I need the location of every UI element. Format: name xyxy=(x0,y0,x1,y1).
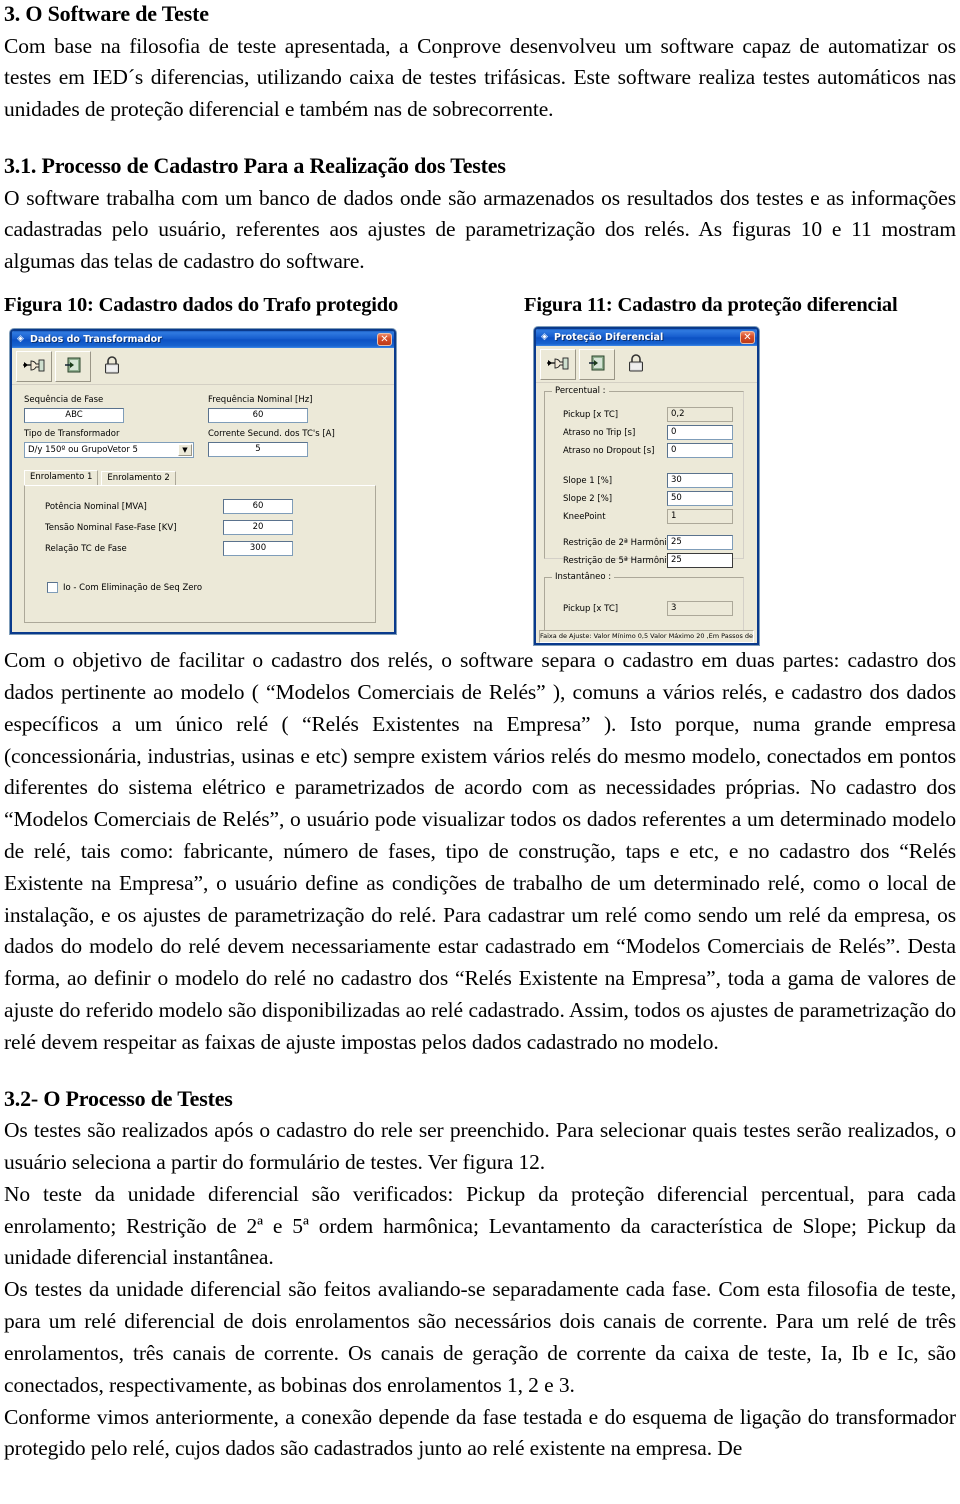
label-atraso-dropout: Atraso no Dropout [s] xyxy=(563,446,655,457)
input-slope-1[interactable]: 30 xyxy=(667,473,733,489)
dialog-title: Dados do Transformador xyxy=(30,334,162,346)
paragraph-3-2-d: Conforme vimos anteriormente, a conexão … xyxy=(4,1404,956,1461)
label-sequencia-de-fase: Sequência de Fase xyxy=(24,395,104,406)
label-tipo-de-transformador: Tipo de Transformador xyxy=(24,429,120,440)
group-title-instantaneo: Instantâneo : xyxy=(552,572,615,583)
tab-page-enrolamento-1: Potência Nominal [MVA] 60 Tensão Nominal… xyxy=(24,485,376,624)
figure-11-caption: Figura 11: Cadastro da proteção diferenc… xyxy=(524,294,898,317)
label-slope-2: Slope 2 [%] xyxy=(563,494,613,505)
tab-enrolamento-2[interactable]: Enrolamento 2 xyxy=(101,471,176,486)
app-icon: ◈ xyxy=(541,332,548,343)
door-exit-icon xyxy=(63,356,83,378)
figures-area: ◈ Dados do Transformador ✕ Sequência de … xyxy=(4,327,956,646)
paragraph-3-2-b: No teste da unidade diferencial são veri… xyxy=(4,1181,956,1270)
heading-section-3-1: 3.1. Processo de Cadastro Para a Realiza… xyxy=(4,153,506,179)
close-icon[interactable]: ✕ xyxy=(740,331,755,345)
input-atraso-trip[interactable]: 0 xyxy=(667,425,733,441)
figure-10-caption: Figura 10: Cadastro dados do Trafo prote… xyxy=(4,294,399,317)
label-slope-1: Slope 1 [%] xyxy=(563,476,613,487)
tab-enrolamento-1[interactable]: Enrolamento 1 xyxy=(24,470,99,486)
titlebar-dados-transformador[interactable]: ◈ Dados do Transformador ✕ xyxy=(12,331,394,349)
lock-button[interactable] xyxy=(618,349,654,381)
paragraph-3-2-a: Os testes são realizados após o cadastro… xyxy=(4,1118,956,1175)
dialog-title: Proteção Diferencial xyxy=(554,332,664,344)
input-instantaneo-pickup[interactable]: 3 xyxy=(667,601,733,617)
input-sequencia-de-fase[interactable]: ABC xyxy=(24,408,124,424)
pointing-hand-icon xyxy=(22,356,46,378)
statusbar-faixa-de-ajuste: Faixa de Ajuste: Valor Mínimo 0,5 Valor … xyxy=(539,630,754,644)
input-restricao-2a-harmonica[interactable]: 25 xyxy=(667,535,733,551)
label-corrente-secundaria-tcs: Corrente Secund. dos TC's [A] xyxy=(208,429,335,440)
heading-section-3: 3. O Software de Teste xyxy=(4,1,209,26)
door-exit-icon xyxy=(587,354,607,376)
paragraph-section-3-1: O software trabalha com um banco de dado… xyxy=(4,185,956,274)
label-tensao-nominal: Tensão Nominal Fase-Fase [KV] xyxy=(45,523,177,534)
input-restricao-5a-harmonica[interactable]: 25 xyxy=(667,553,733,569)
select-button[interactable] xyxy=(16,351,52,383)
input-kneepoint[interactable]: 1 xyxy=(667,509,733,525)
dialog-protecao-diferencial[interactable]: ◈ Proteção Diferencial ✕ Percentual: Pi… xyxy=(534,327,759,646)
input-slope-2[interactable]: 50 xyxy=(667,491,733,507)
group-title-percentual: Percentual : xyxy=(552,386,609,397)
document-page: 3. O Software de Teste Com base na filos… xyxy=(0,0,960,1504)
input-relacao-tc-de-fase[interactable]: 300 xyxy=(223,541,293,557)
label-kneepoint: KneePoint xyxy=(563,512,606,523)
combo-tipo-de-transformador[interactable]: D/y 150º ou GrupoVetor 5 ▼ xyxy=(24,442,194,459)
chevron-down-icon[interactable]: ▼ xyxy=(178,444,192,457)
exit-button[interactable] xyxy=(579,349,615,381)
group-percentual: Percentual : Pickup [x TC] 0,2 Atraso no… xyxy=(544,386,744,569)
label-frequencia-nominal: Frequência Nominal [Hz] xyxy=(208,395,313,406)
toolbar-dados-transformador[interactable] xyxy=(12,348,394,386)
label-atraso-trip: Atraso no Trip [s] xyxy=(563,428,636,439)
client-area-protecao: Percentual : Pickup [x TC] 0,2 Atraso no… xyxy=(536,383,757,644)
exit-button[interactable] xyxy=(55,351,91,383)
heading-section-3-2: 3.2- O Processo de Testes xyxy=(4,1085,233,1111)
label-io-seq-zero: Io - Com Eliminação de Seq Zero xyxy=(63,582,203,593)
toolbar-protecao-diferencial[interactable] xyxy=(536,346,757,384)
client-area-transformador: Sequência de Fase Frequência Nominal [Hz… xyxy=(12,385,394,632)
paragraph-section-3: Com base na filosofia de teste apresenta… xyxy=(4,33,956,122)
select-button[interactable] xyxy=(540,349,576,381)
paragraph-after-figures: Com o objetivo de facilitar o cadastro d… xyxy=(4,648,956,1054)
input-frequencia-nominal[interactable]: 60 xyxy=(208,408,308,424)
lock-button[interactable] xyxy=(94,351,130,383)
winding-tabs[interactable]: Enrolamento 1 Enrolamento 2 xyxy=(24,469,176,486)
label-potencia-nominal: Potência Nominal [MVA] xyxy=(45,502,147,513)
pointing-hand-icon xyxy=(546,354,570,376)
input-atraso-dropout[interactable]: 0 xyxy=(667,443,733,459)
group-instantaneo: Instantâneo : Pickup [x TC] 3 xyxy=(544,572,744,634)
paragraph-3-2-c: Os testes da unidade diferencial são fei… xyxy=(4,1277,956,1397)
input-tensao-nominal[interactable]: 20 xyxy=(223,520,293,536)
label-pickup-xtc: Pickup [x TC] xyxy=(563,410,619,421)
label-instantaneo-pickup: Pickup [x TC] xyxy=(563,604,619,615)
combo-selected-value: D/y 150º ou GrupoVetor 5 xyxy=(28,445,138,456)
dialog-dados-do-transformador[interactable]: ◈ Dados do Transformador ✕ Sequência de … xyxy=(10,329,396,635)
app-icon: ◈ xyxy=(17,334,24,345)
input-pickup-xtc[interactable]: 0,2 xyxy=(667,407,733,423)
close-icon[interactable]: ✕ xyxy=(377,333,392,347)
padlock-icon xyxy=(626,353,646,377)
input-corrente-secundaria[interactable]: 5 xyxy=(208,442,308,458)
checkbox-io-seq-zero[interactable] xyxy=(47,582,58,594)
checkbox-row-seq-zero[interactable]: Io - Com Eliminação de Seq Zero xyxy=(47,582,203,594)
titlebar-protecao-diferencial[interactable]: ◈ Proteção Diferencial ✕ xyxy=(536,329,757,347)
padlock-icon xyxy=(102,355,122,379)
input-potencia-nominal[interactable]: 60 xyxy=(223,499,293,515)
figure-captions-row: Figura 10: Cadastro dados do Trafo prote… xyxy=(4,294,956,317)
label-relacao-tc-de-fase: Relação TC de Fase xyxy=(45,544,127,555)
